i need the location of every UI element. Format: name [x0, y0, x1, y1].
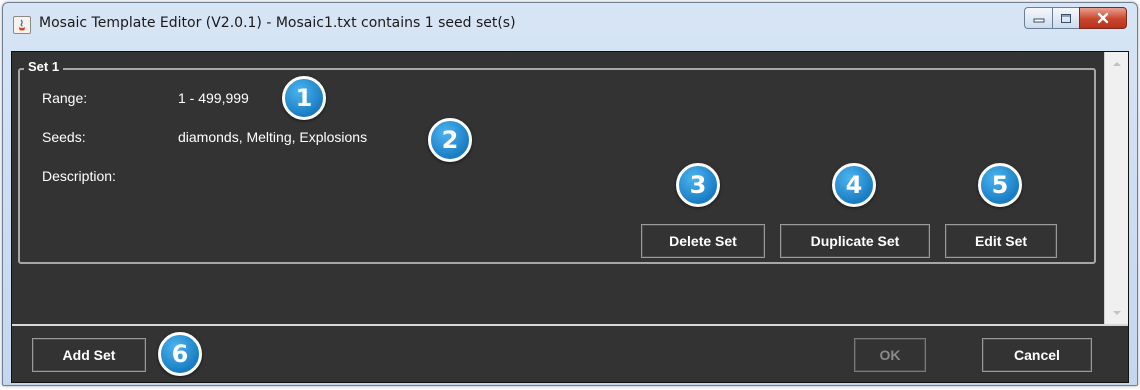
callout-5-badge: 5 — [978, 163, 1022, 207]
title-bar[interactable]: Mosaic Template Editor (V2.0.1) - Mosaic… — [3, 3, 1137, 43]
duplicate-set-button[interactable]: Duplicate Set — [780, 224, 930, 258]
minimize-button[interactable] — [1024, 7, 1052, 29]
editor-window: Mosaic Template Editor (V2.0.1) - Mosaic… — [2, 2, 1138, 386]
range-value: 1 - 499,999 — [178, 90, 249, 106]
callout-4-badge: 4 — [832, 163, 876, 207]
maximize-icon — [1061, 13, 1071, 23]
edit-set-button[interactable]: Edit Set — [945, 224, 1057, 258]
scroll-down-arrow-icon — [1112, 310, 1121, 315]
ok-button[interactable]: OK — [854, 338, 926, 372]
minimize-icon — [1033, 18, 1044, 23]
callout-1-badge: 1 — [282, 76, 326, 120]
close-button[interactable] — [1079, 7, 1127, 29]
callout-2-badge: 2 — [428, 118, 472, 162]
scroll-down-button[interactable] — [1105, 304, 1128, 321]
callout-6-badge: 6 — [158, 332, 202, 376]
scroll-up-button[interactable] — [1105, 55, 1128, 72]
set-panel: Set 1 Range: 1 - 499,999 Seeds: diamonds… — [18, 59, 1096, 264]
scroll-up-arrow-icon — [1112, 61, 1121, 66]
description-label: Description: — [42, 168, 116, 184]
cancel-button[interactable]: Cancel — [982, 338, 1092, 372]
sets-scroll-area[interactable]: Set 1 Range: 1 - 499,999 Seeds: diamonds… — [12, 52, 1104, 324]
set-legend: Set 1 — [24, 59, 64, 74]
range-label: Range: — [42, 90, 88, 106]
java-app-icon[interactable] — [13, 16, 31, 34]
caption-buttons — [1024, 7, 1127, 29]
callout-3-badge: 3 — [676, 163, 720, 207]
maximize-button[interactable] — [1052, 7, 1079, 29]
window-title: Mosaic Template Editor (V2.0.1) - Mosaic… — [39, 15, 516, 31]
delete-set-button[interactable]: Delete Set — [641, 224, 765, 258]
seeds-value: diamonds, Melting, Explosions — [178, 129, 368, 145]
vertical-scrollbar[interactable] — [1104, 52, 1128, 324]
close-icon — [1097, 12, 1109, 24]
seeds-label: Seeds: — [42, 129, 86, 145]
add-set-button[interactable]: Add Set — [32, 338, 146, 372]
